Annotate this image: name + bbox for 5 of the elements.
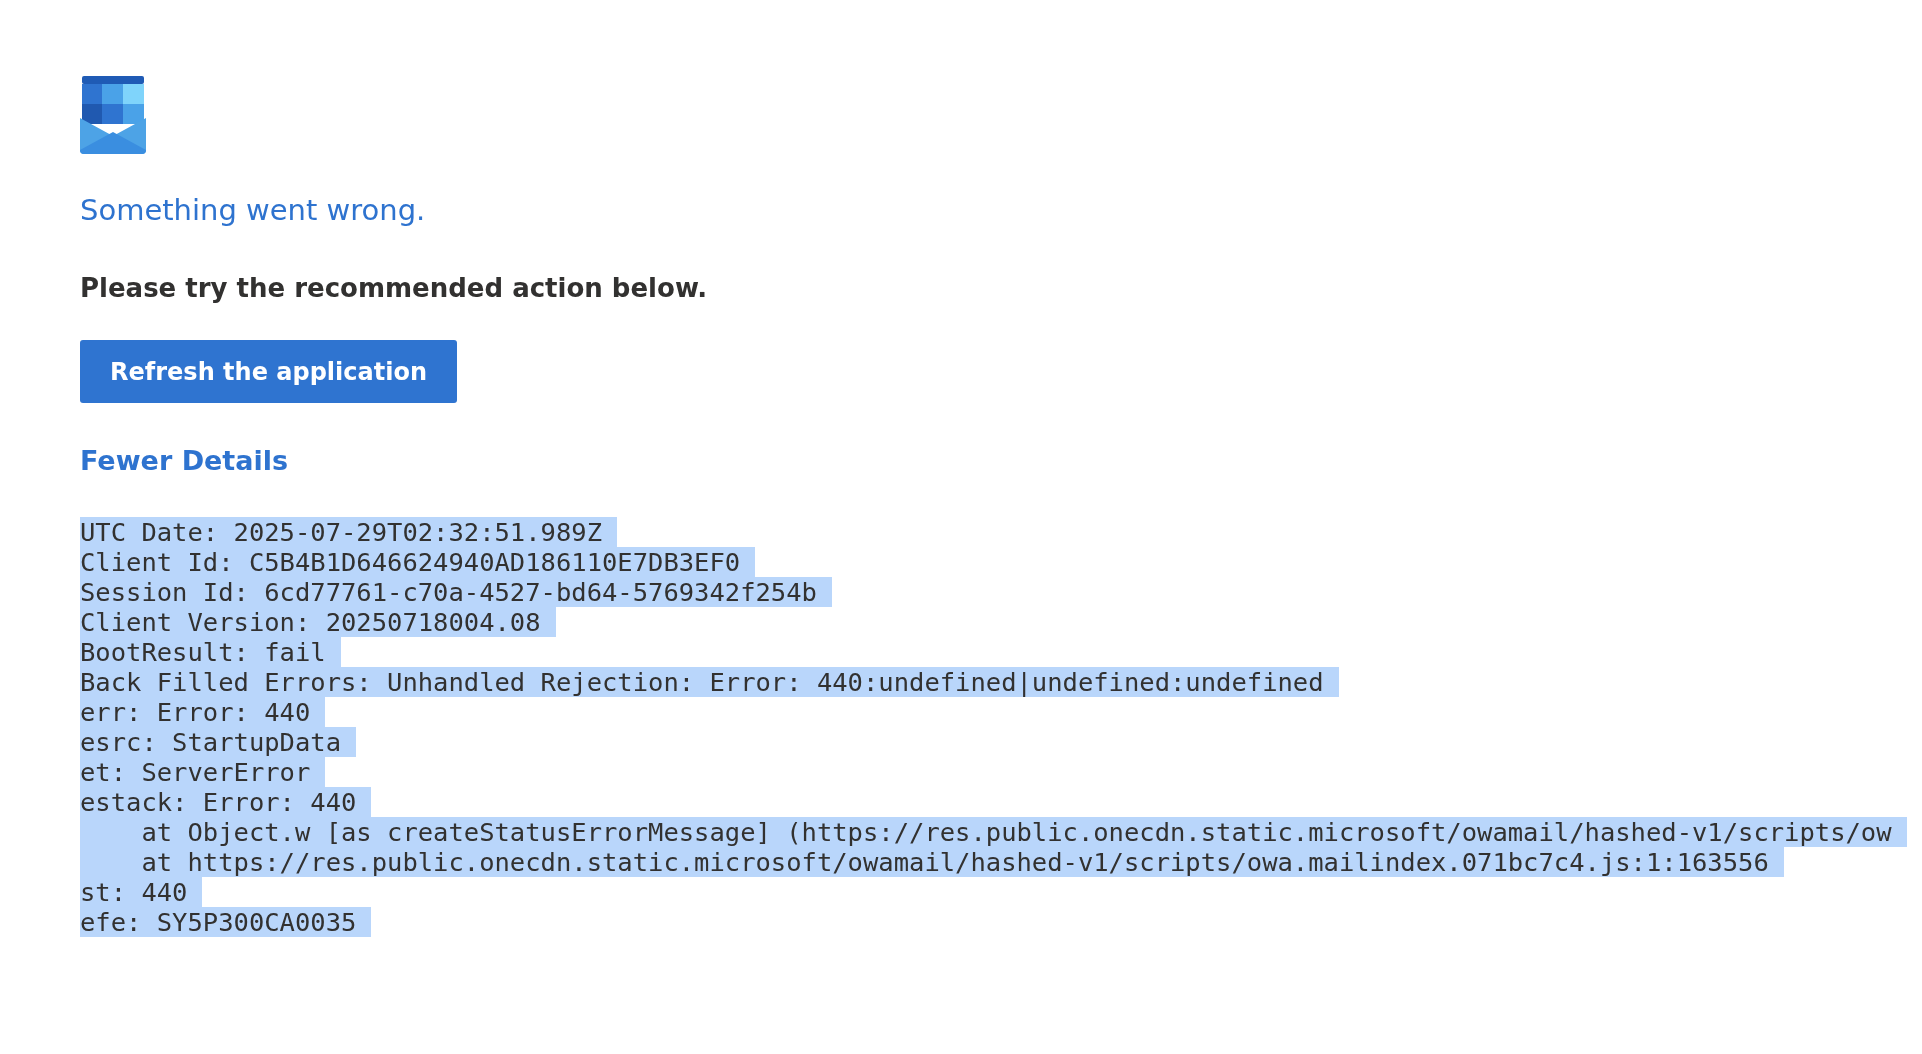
error-title: Something went wrong. bbox=[80, 192, 427, 229]
mail-logo-icon bbox=[80, 76, 146, 154]
fewer-details-link[interactable]: Fewer Details bbox=[80, 443, 289, 479]
error-message: Please try the recommended action below. bbox=[80, 272, 709, 305]
refresh-button[interactable]: Refresh the application bbox=[80, 340, 457, 403]
